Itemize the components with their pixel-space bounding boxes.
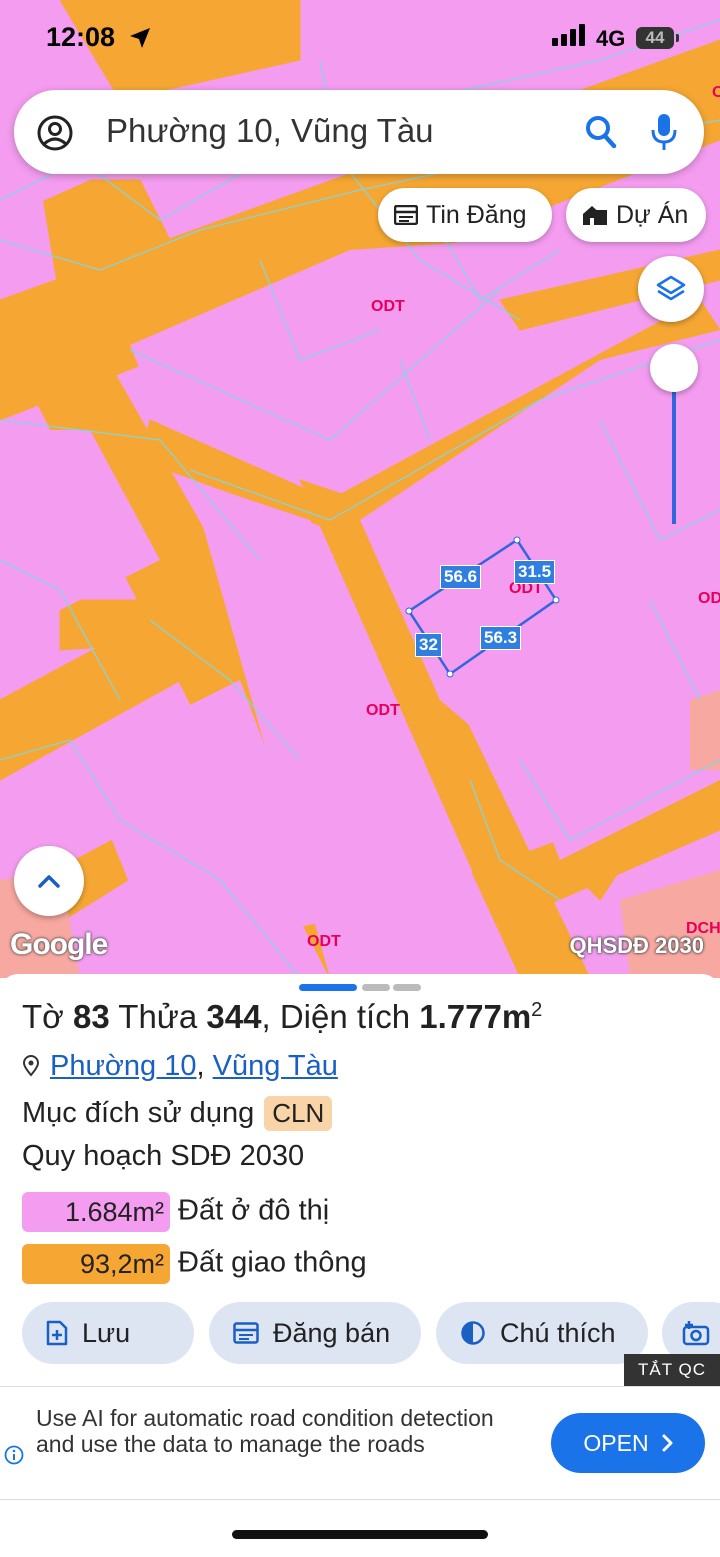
- save-button[interactable]: Lưu: [22, 1302, 194, 1364]
- google-attribution: Google: [10, 928, 108, 961]
- post-for-sale-button[interactable]: Đăng bán: [209, 1302, 421, 1364]
- legend-label: Đất giao thông: [178, 1246, 367, 1279]
- city-link[interactable]: Vũng Tàu: [213, 1050, 338, 1082]
- zone-label: ODT: [366, 702, 400, 719]
- info-icon[interactable]: [4, 1445, 24, 1465]
- ad-open-button[interactable]: OPEN: [551, 1413, 705, 1473]
- ad-banner[interactable]: Use AI for automatic road condition dete…: [0, 1386, 720, 1500]
- zone-label: ODT: [307, 933, 341, 950]
- ad-open-label: OPEN: [583, 1429, 649, 1456]
- listings-chip-label: Tin Đăng: [426, 200, 527, 229]
- purpose-row: Mục đích sử dụng CLN: [22, 1096, 333, 1131]
- location-pin-icon: [22, 1055, 40, 1077]
- chevron-right-icon: [662, 1434, 673, 1452]
- area-unit-exponent: 2: [531, 999, 543, 1021]
- area-value: 1.777m: [419, 998, 532, 1035]
- listing-icon: [233, 1322, 259, 1344]
- save-button-label: Lưu: [82, 1317, 131, 1348]
- battery-cap: [676, 34, 679, 42]
- projects-chip[interactable]: Dự Án: [566, 188, 706, 242]
- post-for-sale-label: Đăng bán: [273, 1317, 391, 1348]
- battery-icon: 44: [636, 27, 674, 49]
- page-indicator[interactable]: [393, 984, 421, 991]
- search-input[interactable]: Phường 10, Vũng Tàu: [106, 112, 434, 150]
- chevron-up-icon: [38, 875, 60, 888]
- legend-button[interactable]: Chú thích: [436, 1302, 648, 1364]
- layers-icon: [656, 275, 686, 301]
- measurement-label: 56.3: [480, 626, 522, 650]
- listing-icon: [394, 205, 418, 225]
- signal-icon: [552, 24, 585, 46]
- parcel-info-sheet: Tờ 83 Thửa 344, Diện tích 1.777m2 Phường…: [0, 974, 720, 1557]
- add-photo-icon: [682, 1321, 710, 1346]
- network-type: 4G: [596, 26, 626, 51]
- microphone-icon[interactable]: [650, 112, 678, 152]
- zone-label: OD: [698, 590, 720, 607]
- plan-badge: QHSDĐ 2030: [569, 933, 704, 958]
- legend-row: 1.684m² Đất ở đô thị: [22, 1192, 329, 1232]
- plan-title: Quy hoạch SDĐ 2030: [22, 1140, 305, 1172]
- layers-button[interactable]: [638, 256, 704, 322]
- parcel-number: 344: [206, 998, 262, 1035]
- purpose-label: Mục đích sử dụng: [22, 1097, 255, 1129]
- area-label: , Diện tích: [261, 998, 411, 1035]
- parcel-label: Thửa: [118, 998, 198, 1035]
- add-document-icon: [46, 1320, 68, 1346]
- sheet-number: 83: [72, 998, 110, 1035]
- legend-button-label: Chú thích: [500, 1317, 616, 1348]
- legend-swatch-residential: 1.684m²: [22, 1192, 170, 1232]
- measurement-label: 31.5: [514, 560, 556, 584]
- measurement-label: 56.6: [440, 565, 482, 589]
- measurement-label: 32: [415, 633, 442, 657]
- page-indicator[interactable]: [362, 984, 390, 991]
- status-bar: 12:08 4G 44: [0, 0, 720, 80]
- account-icon[interactable]: [36, 114, 74, 152]
- location-arrow-icon: [130, 28, 150, 48]
- building-icon: [583, 206, 607, 225]
- sheet-label: Tờ: [22, 998, 64, 1035]
- legend-label: Đất ở đô thị: [178, 1194, 330, 1227]
- contrast-icon: [461, 1321, 485, 1345]
- page-indicator-active[interactable]: [299, 984, 357, 991]
- search-bar[interactable]: Phường 10, Vũng Tàu: [14, 90, 704, 174]
- clock: 12:08: [46, 22, 116, 52]
- legend-swatch-road: 93,2m²: [22, 1244, 170, 1284]
- purpose-code-badge: CLN: [264, 1096, 333, 1131]
- listings-chip[interactable]: Tin Đăng: [378, 188, 552, 242]
- ad-text: Use AI for automatic road condition dete…: [36, 1405, 494, 1457]
- expand-button[interactable]: [14, 846, 84, 916]
- location-line: Phường 10, Vũng Tàu: [22, 1050, 338, 1083]
- hide-ads-button[interactable]: TẮT QC: [623, 1354, 720, 1386]
- search-icon[interactable]: [584, 114, 618, 150]
- zone-label: ODT: [371, 298, 405, 315]
- projects-chip-label: Dự Án: [616, 200, 689, 229]
- legend-row: 93,2m² Đất giao thông: [22, 1244, 367, 1284]
- home-indicator[interactable]: [232, 1530, 488, 1539]
- parcel-title: Tờ 83 Thửa 344, Diện tích 1.777m2: [22, 998, 542, 1036]
- ward-link[interactable]: Phường 10: [50, 1050, 196, 1082]
- zoom-slider-handle[interactable]: [650, 344, 698, 392]
- zone-label: ODT: [712, 84, 720, 101]
